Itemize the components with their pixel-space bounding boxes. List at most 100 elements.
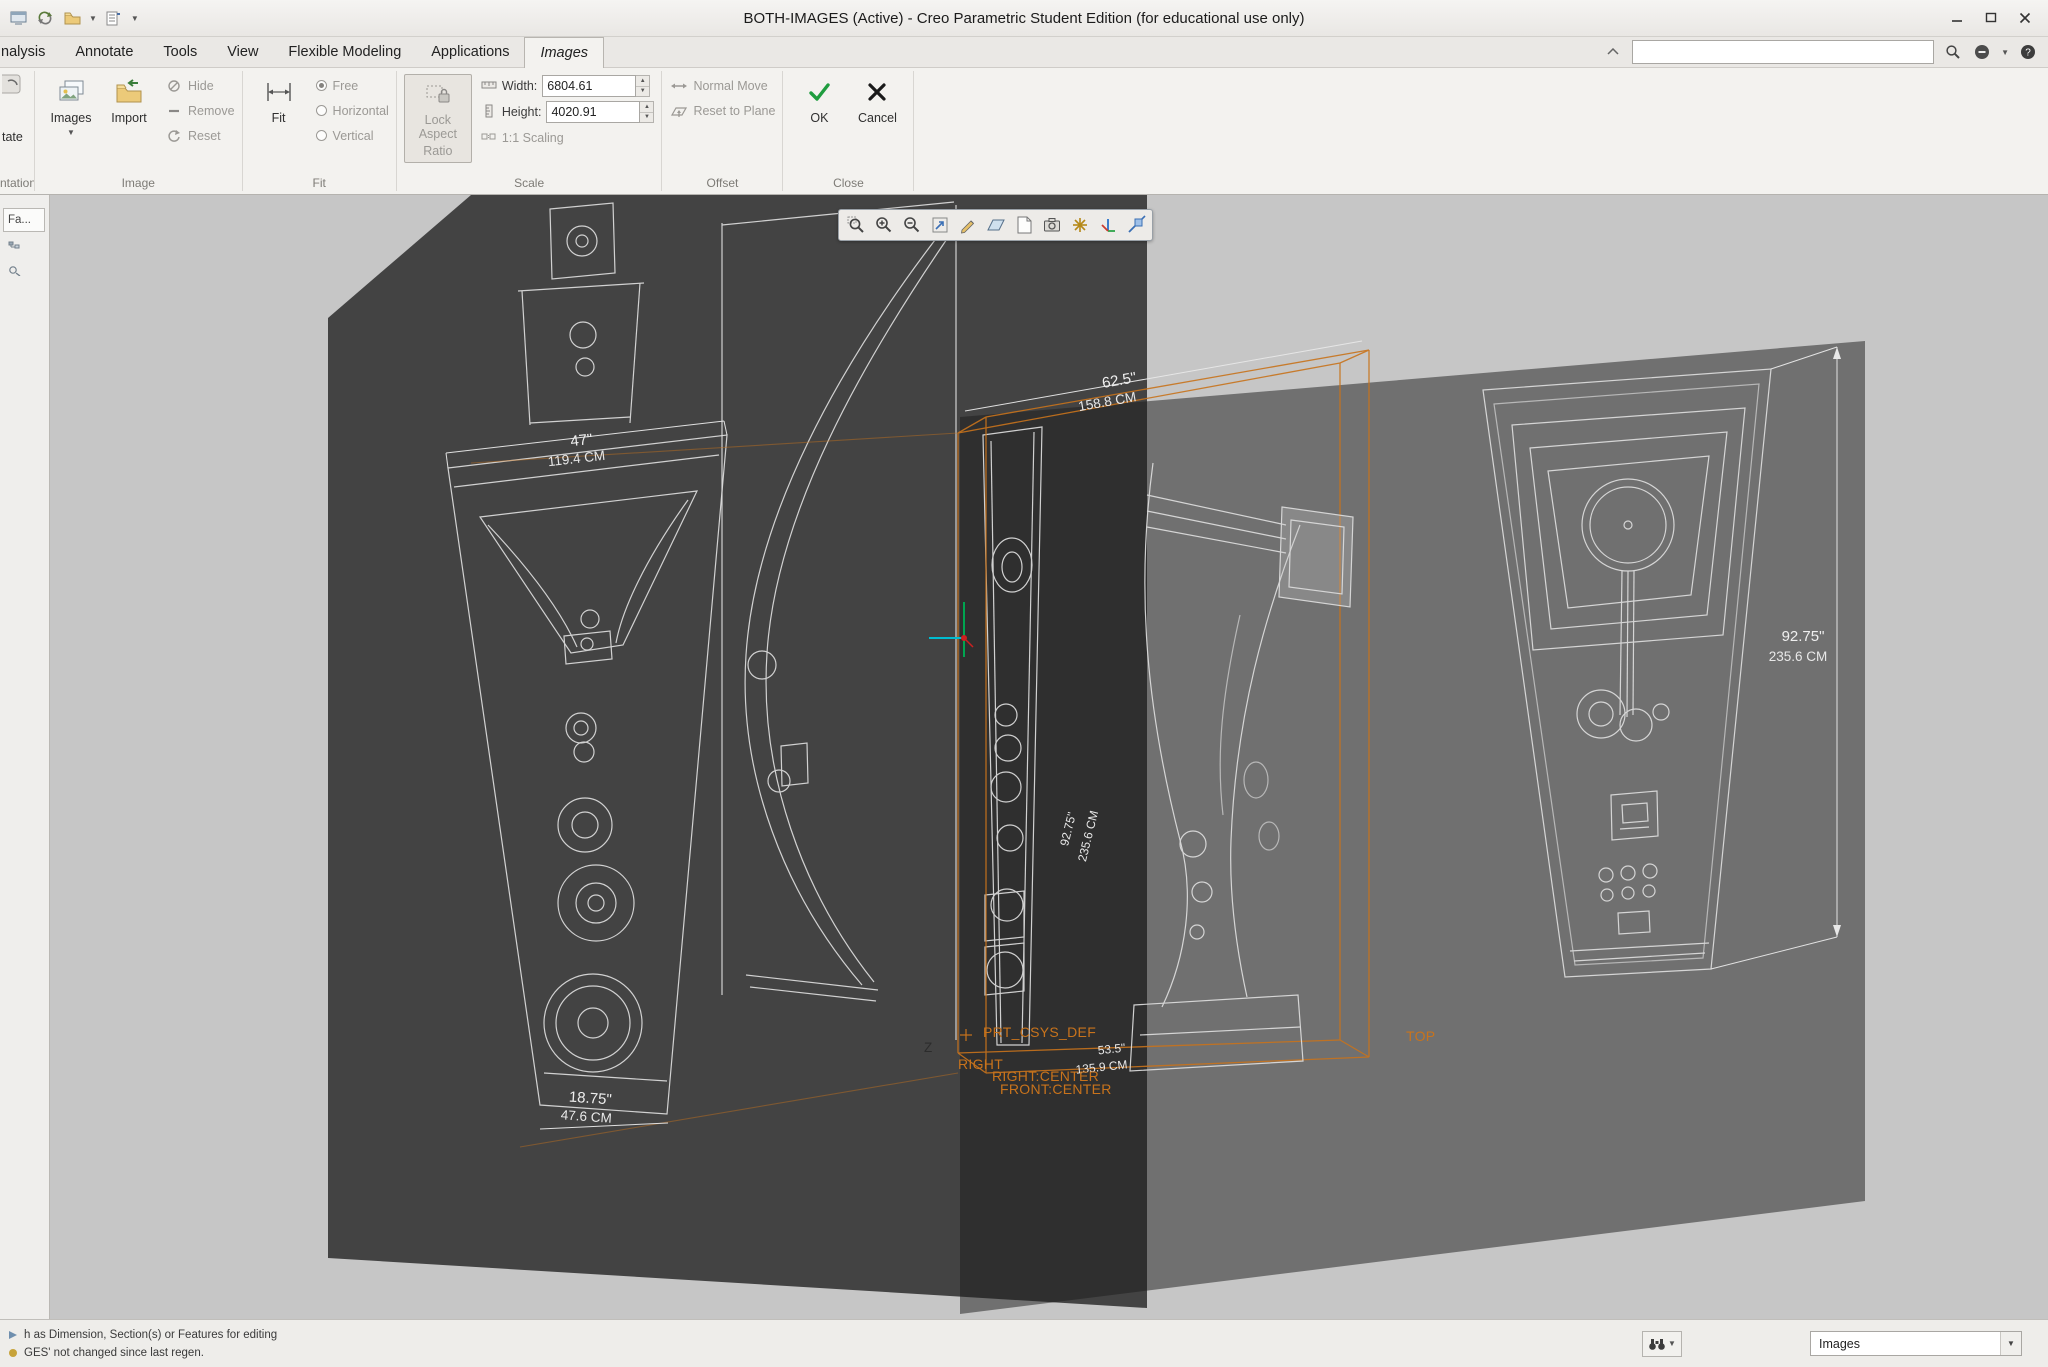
group-label-close: Close	[783, 176, 913, 194]
command-list-icon[interactable]	[104, 8, 124, 28]
tab-flexible-modeling[interactable]: Flexible Modeling	[273, 37, 416, 67]
command-search-input[interactable]	[1632, 40, 1934, 64]
normal-move-icon	[671, 78, 687, 94]
spinner-down-icon[interactable]: ▼	[636, 87, 649, 97]
tab-analysis[interactable]: nalysis	[0, 37, 60, 67]
help-icon[interactable]: ?	[2018, 42, 2038, 62]
one-to-one-scaling-button[interactable]: 1:1 Scaling	[481, 125, 655, 151]
graphics-area[interactable]: 47" 119.4 CM 18.75" 47.6 CM 62.5" 158.8 …	[50, 195, 2048, 1319]
tab-applications[interactable]: Applications	[416, 37, 524, 67]
snap-connector-icon[interactable]	[1122, 212, 1149, 238]
height-spinner[interactable]: ▲▼	[640, 101, 654, 123]
find-dropdown-icon[interactable]: ▼	[1668, 1339, 1676, 1348]
selection-filter-combo[interactable]: Images ▼	[1810, 1331, 2022, 1356]
rotate-button-partial[interactable]: tate	[2, 130, 23, 144]
refit-icon[interactable]	[926, 212, 953, 238]
import-button[interactable]: Import	[100, 73, 158, 125]
search-options-icon[interactable]	[1972, 42, 1992, 62]
fit-free-radio[interactable]: Free	[316, 73, 389, 98]
render-effects-icon[interactable]	[1066, 212, 1093, 238]
maximize-button[interactable]	[1982, 10, 2000, 26]
tab-tools[interactable]: Tools	[148, 37, 212, 67]
group-scale: Lock Aspect Ratio Width: ▲▼	[397, 68, 662, 194]
reset-icon	[166, 128, 182, 144]
graphics-toolbar	[838, 209, 1153, 241]
show-tree-icon[interactable]	[8, 263, 49, 281]
group-fit: Fit Free Horizontal Vertical	[243, 68, 396, 194]
status-warn-icon	[8, 1348, 18, 1358]
fit-vertical-radio[interactable]: Vertical	[316, 123, 389, 148]
datum-top-label[interactable]: TOP	[1406, 1028, 1435, 1044]
chevron-down-icon[interactable]: ▼	[2001, 48, 2009, 57]
datum-front-center-label[interactable]: FRONT:CENTER	[1000, 1081, 1112, 1097]
group-label-orientation: ntation	[0, 176, 34, 194]
close-button[interactable]	[2016, 10, 2034, 26]
zoom-in-icon[interactable]	[870, 212, 897, 238]
cancel-button[interactable]: Cancel	[848, 73, 906, 125]
ok-button[interactable]: OK	[790, 73, 848, 125]
width-spinner[interactable]: ▲▼	[636, 75, 650, 97]
width-icon	[481, 78, 497, 95]
collapse-ribbon-icon[interactable]	[1603, 42, 1623, 62]
images-dropdown-icon[interactable]: ▼	[67, 128, 75, 137]
lock-aspect-ratio-button[interactable]: Lock Aspect Ratio	[404, 74, 472, 163]
images-button-label: Images	[51, 111, 92, 125]
image-plane-front[interactable]	[328, 195, 1147, 1308]
lock-aspect-label-1: Lock Aspect	[405, 113, 471, 141]
title-bar: ▼ ▼ BOTH-IMAGES (Active) - Creo Parametr…	[0, 0, 2048, 37]
remove-button-label: Remove	[188, 104, 235, 118]
svg-text:18.75": 18.75"	[568, 1089, 612, 1109]
status-bar: h as Dimension, Section(s) or Features f…	[0, 1319, 2048, 1367]
csys-label[interactable]: PRT_CSYS_DEF	[983, 1024, 1096, 1040]
capture-icon[interactable]	[1038, 212, 1065, 238]
annotate-icon[interactable]	[954, 212, 981, 238]
hide-button[interactable]: Hide	[166, 73, 235, 98]
hide-icon	[166, 78, 182, 94]
width-input[interactable]	[542, 75, 636, 97]
qat-dropdown2-icon[interactable]: ▼	[131, 14, 139, 23]
orientation-axes-icon[interactable]	[1094, 212, 1121, 238]
group-orientation-partial: tate ntation	[0, 68, 34, 194]
sync-arrows-icon[interactable]	[35, 8, 55, 28]
images-icon	[57, 76, 85, 108]
find-button[interactable]: ▼	[1642, 1331, 1682, 1357]
svg-text:?: ?	[2025, 48, 2031, 59]
spinner-up-icon[interactable]: ▲	[636, 76, 649, 87]
filter-dropdown-icon[interactable]: ▼	[2000, 1332, 2021, 1355]
clip-icon[interactable]	[1010, 212, 1037, 238]
rotate-icon[interactable]	[2, 73, 28, 102]
height-input[interactable]	[546, 101, 640, 123]
navigator-tab-favorites[interactable]: Fa...	[3, 208, 45, 232]
images-button[interactable]: Images ▼	[42, 73, 100, 137]
remove-icon	[166, 103, 182, 119]
minimize-button[interactable]	[1948, 10, 1966, 26]
fit-button-label: Fit	[272, 111, 286, 125]
svg-text:235.6 CM: 235.6 CM	[1769, 649, 1828, 664]
spinner-down-icon[interactable]: ▼	[640, 113, 653, 123]
search-icon[interactable]	[1943, 42, 1963, 62]
model-tree-icon[interactable]	[8, 240, 49, 258]
quick-access-toolbar: ▼ ▼	[0, 8, 139, 28]
remove-button[interactable]: Remove	[166, 98, 235, 123]
reset-to-plane-button[interactable]: Reset to Plane	[671, 98, 775, 123]
zoom-window-icon[interactable]	[842, 212, 869, 238]
status-bar-right: ▼ Images ▼	[1642, 1331, 2022, 1357]
screen-icon[interactable]	[8, 8, 28, 28]
fit-button[interactable]: Fit	[250, 73, 308, 125]
width-label: Width:	[502, 79, 537, 93]
group-offset: Normal Move Reset to Plane Offset	[662, 68, 782, 194]
radio-icon	[316, 105, 327, 116]
selection-filter-value: Images	[1819, 1337, 1860, 1351]
spinner-up-icon[interactable]: ▲	[640, 102, 653, 113]
open-icon[interactable]	[62, 8, 82, 28]
fit-horizontal-radio[interactable]: Horizontal	[316, 98, 389, 123]
qat-dropdown-icon[interactable]: ▼	[89, 14, 97, 23]
normal-move-button[interactable]: Normal Move	[671, 73, 775, 98]
reset-button[interactable]: Reset	[166, 123, 235, 148]
plane-display-icon[interactable]	[982, 212, 1009, 238]
tab-annotate[interactable]: Annotate	[60, 37, 148, 67]
tab-images[interactable]: Images	[524, 37, 604, 68]
group-label-offset: Offset	[662, 176, 782, 194]
zoom-out-icon[interactable]	[898, 212, 925, 238]
tab-view[interactable]: View	[212, 37, 273, 67]
